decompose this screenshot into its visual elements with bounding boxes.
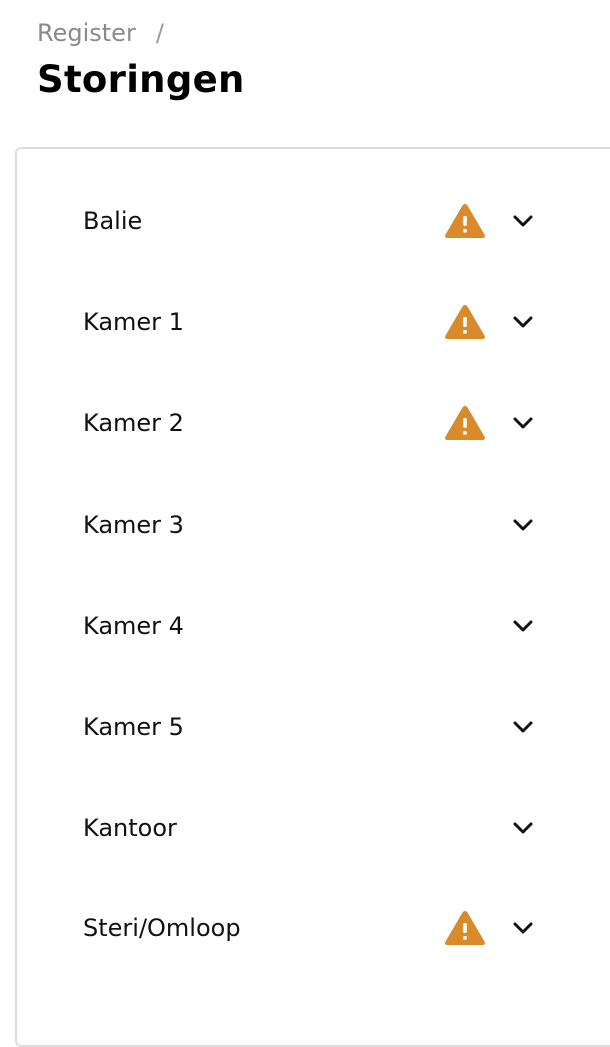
chevron-down-icon[interactable] (511, 816, 535, 840)
breadcrumb-separator: / (155, 19, 164, 47)
chevron-down-icon[interactable] (511, 513, 535, 537)
chevron-down-icon[interactable] (511, 209, 535, 233)
warning-triangle-icon (445, 910, 485, 945)
location-row[interactable]: Kamer 5 (17, 697, 610, 757)
chevron-down-icon[interactable] (511, 411, 535, 435)
storingen-panel: Balie Kamer 1 Kamer 2 Kamer 3 Kamer 4 Kamer 5… (15, 147, 610, 1047)
location-label: Kamer 5 (83, 713, 184, 741)
location-row[interactable]: Kamer 2 (17, 393, 610, 453)
page-title: Storingen (37, 58, 245, 101)
location-label: Kamer 2 (83, 409, 184, 437)
page-header: Register / Storingen (37, 14, 245, 101)
warning-triangle-icon (445, 203, 485, 238)
location-row[interactable]: Steri/Omloop (17, 898, 610, 958)
breadcrumb: Register / (37, 14, 245, 52)
warning-triangle-icon (445, 304, 485, 339)
location-row[interactable]: Kamer 3 (17, 495, 610, 555)
location-row[interactable]: Kantoor (17, 798, 610, 858)
breadcrumb-parent-link[interactable]: Register (37, 19, 136, 47)
chevron-down-icon[interactable] (511, 715, 535, 739)
warning-triangle-icon (445, 405, 485, 440)
location-row[interactable]: Kamer 4 (17, 596, 610, 656)
location-row[interactable]: Kamer 1 (17, 292, 610, 352)
chevron-down-icon[interactable] (511, 614, 535, 638)
location-label: Kantoor (83, 814, 177, 842)
location-label: Balie (83, 207, 143, 235)
chevron-down-icon[interactable] (511, 310, 535, 334)
location-label: Kamer 4 (83, 612, 184, 640)
location-label: Kamer 1 (83, 308, 184, 336)
location-row[interactable]: Balie (17, 191, 610, 251)
location-label: Kamer 3 (83, 511, 184, 539)
location-label: Steri/Omloop (83, 914, 241, 942)
chevron-down-icon[interactable] (511, 916, 535, 940)
